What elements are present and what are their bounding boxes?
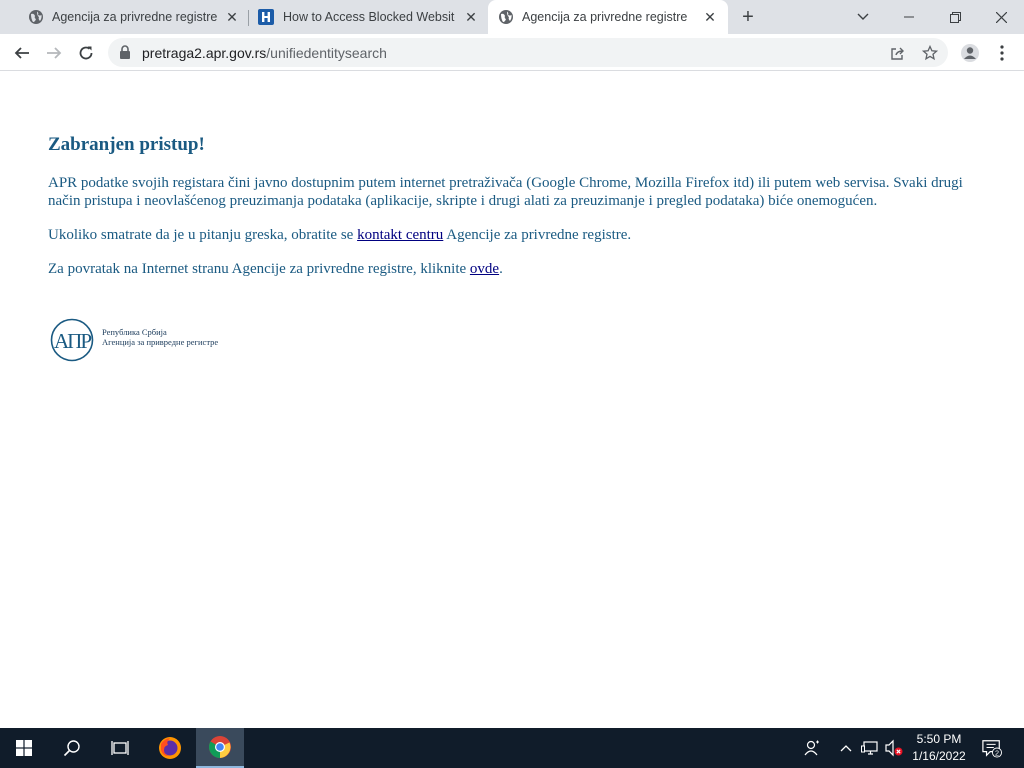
forward-button[interactable]: [42, 41, 66, 65]
windows-logo-icon: [16, 740, 32, 756]
volume-muted-icon: [885, 739, 903, 757]
profile-button[interactable]: [958, 41, 982, 65]
chrome-taskbar-button[interactable]: [196, 728, 244, 768]
share-icon: [890, 47, 904, 60]
task-view-icon: [111, 741, 129, 755]
reload-icon: [79, 46, 93, 60]
tab-title: How to Access Blocked Websites: [283, 10, 455, 24]
url-path: /unifiedentitysearch: [266, 45, 387, 61]
chevron-down-icon: [857, 13, 869, 20]
new-tab-button[interactable]: +: [738, 7, 758, 27]
contact-text-before: Ukoliko smatrate da je u pitanju greska,…: [48, 227, 358, 243]
clock-date: 1/16/2022: [912, 749, 966, 763]
show-hidden-icons-button[interactable]: [836, 738, 856, 758]
windows-taskbar: 5:50 PM 1/16/2022 2: [0, 728, 1024, 768]
restore-button[interactable]: [932, 0, 978, 34]
notification-count: 2: [995, 748, 999, 757]
close-window-button[interactable]: [978, 0, 1024, 34]
address-bar[interactable]: pretraga2.apr.gov.rs/unifiedentitysearch: [108, 38, 948, 67]
tab-search-button[interactable]: [840, 0, 886, 34]
logo-monogram: АПР: [54, 329, 91, 353]
reload-button[interactable]: [74, 41, 98, 65]
return-text-before: Za povratak na Internet stranu Agencije …: [48, 261, 470, 277]
info-paragraph: APR podatke svojih registara čini javno …: [48, 175, 963, 209]
browser-toolbar: pretraga2.apr.gov.rs/unifiedentitysearch: [0, 34, 1024, 71]
globe-icon: [29, 10, 43, 24]
minimize-button[interactable]: [886, 0, 932, 34]
contact-center-link[interactable]: kontakt centru: [357, 227, 443, 243]
back-button[interactable]: [10, 41, 34, 65]
logo-line1: Република Србија: [102, 327, 167, 337]
arrow-left-icon: [14, 47, 29, 59]
here-link[interactable]: ovde: [470, 261, 499, 277]
close-icon[interactable]: ✕: [702, 9, 718, 25]
url-text[interactable]: pretraga2.apr.gov.rs/unifiedentitysearch: [142, 45, 387, 61]
tab-agencija-1[interactable]: Agencija za privredne registre ✕: [8, 0, 246, 34]
contact-text-after: Agencije za privredne registre.: [443, 227, 632, 243]
network-button[interactable]: [860, 738, 880, 758]
chrome-icon: [209, 736, 231, 758]
access-denied-message: Zabranjen pristup! APR podatke svojih re…: [48, 134, 978, 294]
clock-time: 5:50 PM: [916, 732, 962, 746]
return-paragraph: Za povratak na Internet stranu Agencije …: [48, 260, 978, 278]
tab-title: Agencija za privredne registre: [522, 10, 688, 24]
clock[interactable]: 5:50 PM 1/16/2022: [908, 731, 970, 765]
minimize-icon: [904, 16, 914, 18]
close-icon[interactable]: ✕: [224, 9, 240, 25]
volume-button[interactable]: [884, 738, 904, 758]
kebab-menu-icon: [1000, 45, 1004, 61]
logo-line2: Агенција за привредне регистре: [102, 337, 218, 347]
menu-button[interactable]: [990, 41, 1014, 65]
search-button[interactable]: [48, 728, 96, 768]
chevron-up-icon: [840, 745, 852, 752]
share-button[interactable]: [887, 43, 907, 63]
arrow-right-icon: [47, 47, 62, 59]
url-host: pretraga2.apr.gov.rs: [142, 45, 267, 61]
start-button[interactable]: [0, 728, 48, 768]
notification-icon: 2: [982, 740, 1002, 758]
close-icon: [995, 11, 1007, 23]
tab-agencija-active[interactable]: Agencija za privredne registre ✕: [488, 0, 728, 34]
people-button[interactable]: [802, 738, 822, 758]
hotspot-shield-icon: [258, 9, 274, 25]
page-heading: Zabranjen pristup!: [48, 134, 205, 155]
people-icon: [804, 740, 819, 756]
contact-paragraph: Ukoliko smatrate da je u pitanju greska,…: [48, 226, 978, 244]
tab-title: Agencija za privredne registre: [52, 10, 218, 24]
lock-icon[interactable]: [118, 45, 132, 60]
firefox-taskbar-button[interactable]: [146, 728, 194, 768]
star-icon: [922, 45, 938, 61]
restore-icon: [949, 11, 961, 23]
network-icon: [861, 741, 878, 755]
return-text-after: .: [499, 261, 503, 277]
bookmark-button[interactable]: [920, 43, 940, 63]
action-center-button[interactable]: 2: [982, 738, 1002, 758]
web-page: Zabranjen pristup! APR podatke svojih re…: [0, 72, 1024, 728]
task-view-button[interactable]: [96, 728, 144, 768]
profile-icon: [961, 44, 979, 62]
search-icon: [63, 740, 80, 757]
tab-how-to-access[interactable]: How to Access Blocked Websites ✕: [248, 0, 486, 34]
globe-icon: [499, 10, 513, 24]
close-icon[interactable]: ✕: [463, 9, 479, 25]
tab-strip: Agencija za privredne registre ✕ How to …: [0, 0, 1024, 34]
apr-logo: АПР Република Србија Агенција за привред…: [50, 318, 218, 362]
firefox-icon: [159, 737, 181, 759]
